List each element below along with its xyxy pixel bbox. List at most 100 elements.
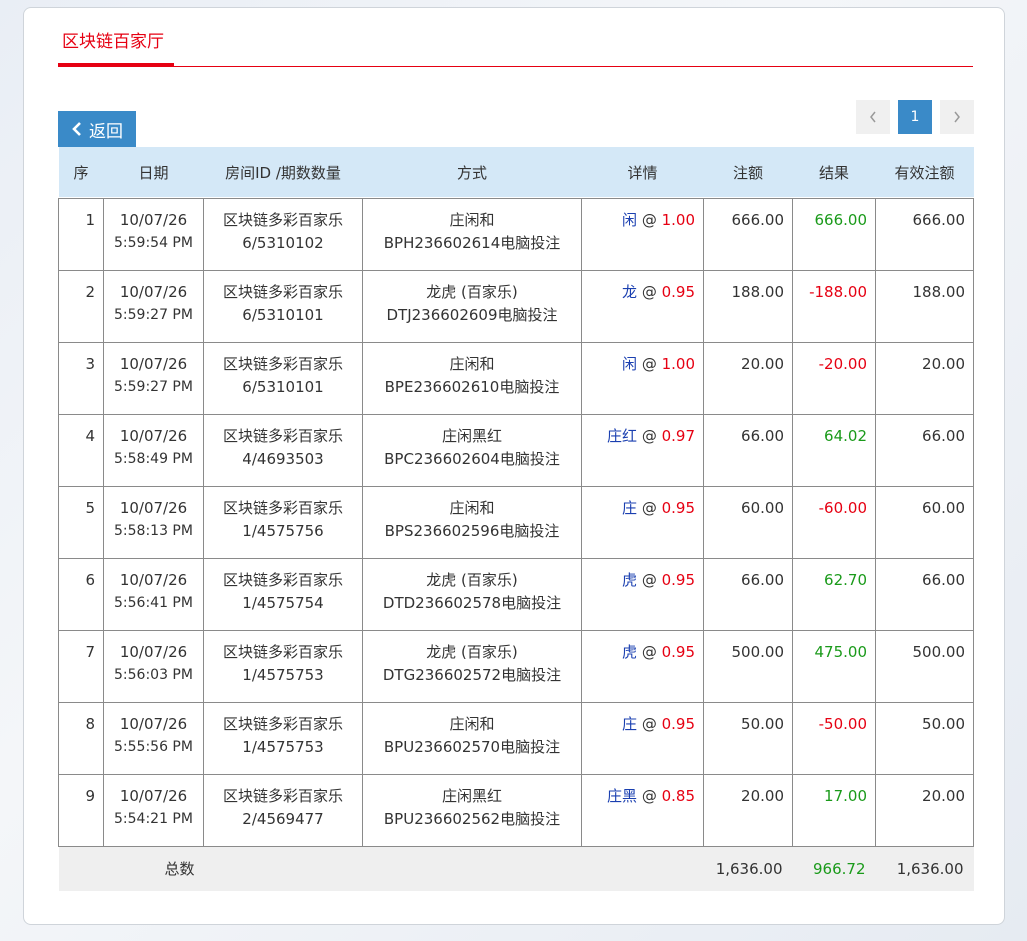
bet-date: 10/07/26 <box>119 426 188 445</box>
bet-time: 5:59:27 PM <box>114 306 193 323</box>
header-amount: 注额 <box>703 147 793 197</box>
bet-date: 10/07/26 <box>119 210 188 229</box>
room-name: 区块链多彩百家乐 <box>222 354 343 373</box>
page-number-current[interactable]: 1 <box>898 100 932 134</box>
at-sign: @ <box>637 498 662 517</box>
bet-odds: 1.00 <box>661 210 695 229</box>
table-row: 6 10/07/26 5:56:41 PM 区块链多彩百家乐 1/4575754 龙虎 (… <box>58 557 974 631</box>
cell-effective: 66.00 <box>875 413 974 487</box>
order-number: BPC236602604电脑投注 <box>384 449 560 468</box>
table-row: 8 10/07/26 5:55:56 PM 区块链多彩百家乐 1/4575753 庄闲和 B… <box>58 701 974 775</box>
header-date: 日期 <box>103 147 204 197</box>
at-sign: @ <box>637 642 662 661</box>
bet-odds: 0.95 <box>661 498 695 517</box>
room-period: 2/4569477 <box>242 809 324 828</box>
cell-effective: 60.00 <box>875 485 974 559</box>
table-row: 7 10/07/26 5:56:03 PM 区块链多彩百家乐 1/4575753 龙虎 (… <box>58 629 974 703</box>
cell-effective: 20.00 <box>875 773 974 847</box>
bet-time: 5:56:41 PM <box>114 594 193 611</box>
prev-page-button[interactable] <box>856 100 890 134</box>
bet-odds: 0.97 <box>661 426 695 445</box>
cell-amount: 666.00 <box>703 197 793 271</box>
bet-date: 10/07/26 <box>119 642 188 661</box>
cell-seq: 5 <box>58 485 104 559</box>
table-total-row: 总数 1,636.00 966.72 1,636.00 <box>58 846 974 891</box>
bet-odds: 0.85 <box>661 786 695 805</box>
order-number: BPU236602562电脑投注 <box>383 809 561 828</box>
cell-mode: 龙虎 (百家乐) DTG236602572电脑投注 <box>362 629 582 703</box>
table-row: 5 10/07/26 5:58:13 PM 区块链多彩百家乐 1/4575756 庄闲和 B… <box>58 485 974 559</box>
cell-seq: 8 <box>58 701 104 775</box>
table-body: 1 10/07/26 5:59:54 PM 区块链多彩百家乐 6/5310102 庄闲和 B… <box>58 197 974 891</box>
bet-odds: 0.95 <box>661 570 695 589</box>
cell-date: 10/07/26 5:54:21 PM <box>103 773 204 847</box>
cell-date: 10/07/26 5:59:27 PM <box>103 341 204 415</box>
cell-amount: 188.00 <box>703 269 793 343</box>
room-name: 区块链多彩百家乐 <box>222 786 343 805</box>
at-sign: @ <box>637 354 662 373</box>
room-name: 区块链多彩百家乐 <box>222 642 343 661</box>
bet-date: 10/07/26 <box>119 498 188 517</box>
at-sign: @ <box>637 570 662 589</box>
cell-detail: 庄 @ 0.95 <box>581 701 704 775</box>
chevron-left-icon <box>870 111 876 123</box>
room-period: 6/5310102 <box>242 233 324 252</box>
cell-result: -60.00 <box>792 485 876 559</box>
order-number: BPH236602614电脑投注 <box>383 233 561 252</box>
cell-date: 10/07/26 5:56:03 PM <box>103 629 204 703</box>
cell-result: -20.00 <box>792 341 876 415</box>
tab-blockchain-baccarat-hall[interactable]: 区块链百家厅 <box>58 8 174 66</box>
cell-room: 区块链多彩百家乐 1/4575756 <box>203 485 363 559</box>
table-row: 4 10/07/26 5:58:49 PM 区块链多彩百家乐 4/4693503 庄闲黑红… <box>58 413 974 487</box>
bet-mode: 庄闲黑红 <box>441 786 502 805</box>
cell-result: 62.70 <box>792 557 876 631</box>
bet-date: 10/07/26 <box>119 570 188 589</box>
bet-pick: 闲 <box>622 210 638 229</box>
back-button[interactable]: 返回 <box>58 111 136 147</box>
cell-date: 10/07/26 5:58:13 PM <box>103 485 204 559</box>
cell-mode: 龙虎 (百家乐) DTJ236602609电脑投注 <box>362 269 582 343</box>
at-sign: @ <box>637 426 662 445</box>
cell-detail: 虎 @ 0.95 <box>581 629 704 703</box>
cell-effective: 20.00 <box>875 341 974 415</box>
order-number: DTG236602572电脑投注 <box>382 665 562 684</box>
cell-effective: 66.00 <box>875 557 974 631</box>
order-number: BPU236602570电脑投注 <box>383 737 561 756</box>
bet-odds: 0.95 <box>661 714 695 733</box>
cell-result: -50.00 <box>792 701 876 775</box>
cell-seq: 1 <box>58 197 104 271</box>
at-sign: @ <box>637 714 662 733</box>
cell-detail: 虎 @ 0.95 <box>581 557 704 631</box>
bet-mode: 庄闲黑红 <box>441 426 502 445</box>
bet-pick: 庄 <box>622 714 638 733</box>
cell-amount: 66.00 <box>703 557 793 631</box>
bet-date: 10/07/26 <box>119 282 188 301</box>
room-name: 区块链多彩百家乐 <box>222 570 343 589</box>
table-header-row: 序 日期 房间ID /期数数量 方式 详情 注额 结果 有效注额 <box>58 147 974 197</box>
bet-time: 5:54:21 PM <box>114 810 193 827</box>
back-button-label: 返回 <box>89 121 123 142</box>
total-effective: 1,636.00 <box>875 846 974 891</box>
order-number: BPE236602610电脑投注 <box>384 377 560 396</box>
tab-label: 区块链百家厅 <box>62 32 164 52</box>
cell-amount: 500.00 <box>703 629 793 703</box>
cell-effective: 500.00 <box>875 629 974 703</box>
next-page-button[interactable] <box>940 100 974 134</box>
cell-seq: 6 <box>58 557 104 631</box>
cell-date: 10/07/26 5:59:54 PM <box>103 197 204 271</box>
cell-mode: 庄闲黑红 BPU236602562电脑投注 <box>362 773 582 847</box>
room-name: 区块链多彩百家乐 <box>222 714 343 733</box>
room-name: 区块链多彩百家乐 <box>222 282 343 301</box>
bet-mode: 庄闲和 <box>449 354 495 373</box>
table-row: 2 10/07/26 5:59:27 PM 区块链多彩百家乐 6/5310101 龙虎 (… <box>58 269 974 343</box>
cell-date: 10/07/26 5:59:27 PM <box>103 269 204 343</box>
header-result: 结果 <box>792 147 876 197</box>
bet-mode: 庄闲和 <box>449 714 495 733</box>
bet-odds: 0.95 <box>661 642 695 661</box>
cell-effective: 50.00 <box>875 701 974 775</box>
bet-records-panel: 区块链百家厅 返回 1 序 日期 房间ID /期数数量 方式 详情 注额 结果 … <box>23 7 1005 925</box>
cell-detail: 闲 @ 1.00 <box>581 341 704 415</box>
at-sign: @ <box>637 282 662 301</box>
cell-room: 区块链多彩百家乐 1/4575753 <box>203 701 363 775</box>
cell-amount: 50.00 <box>703 701 793 775</box>
